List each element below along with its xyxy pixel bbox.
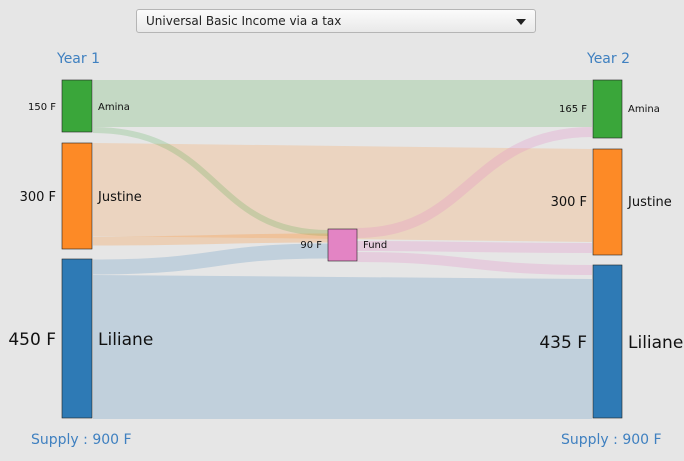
node-year1-justine-value: 300 F — [20, 190, 56, 205]
flow-liliane-fund — [92, 243, 329, 275]
column-header-year1: Year 1 — [56, 51, 100, 67]
node-year1-justine-label: Justine — [97, 190, 142, 205]
node-year2-justine-label: Justine — [627, 195, 672, 210]
node-year2-justine[interactable] — [592, 148, 623, 256]
flow-fund-liliane — [356, 252, 593, 275]
flow-justine-justine — [93, 143, 592, 242]
node-year2-liliane[interactable] — [592, 264, 623, 419]
node-year1-liliane-label: Liliane — [98, 330, 153, 350]
flow-amina-amina — [93, 80, 592, 127]
flow-fund-justine — [356, 241, 593, 253]
supply-year1: Supply : 900 F — [31, 432, 132, 448]
node-year1-liliane-value: 450 F — [8, 330, 56, 350]
node-year1-liliane[interactable] — [61, 258, 93, 419]
column-header-year2: Year 2 — [586, 51, 630, 67]
node-year1-amina-label: Amina — [98, 102, 130, 113]
node-year2-amina-value: 165 F — [559, 104, 587, 115]
node-year1-amina-value: 150 F — [28, 102, 56, 113]
node-year2-amina-label: Amina — [628, 104, 660, 115]
flow-justine-fund — [92, 233, 329, 246]
flow-liliane-liliane — [93, 275, 592, 419]
node-fund-label: Fund — [363, 240, 387, 251]
node-year1-amina[interactable] — [61, 79, 93, 133]
node-year1-justine[interactable] — [61, 142, 93, 250]
supply-year2: Supply : 900 F — [561, 432, 662, 448]
node-year2-liliane-value: 435 F — [539, 333, 587, 353]
node-year2-liliane-label: Liliane — [628, 333, 683, 353]
node-fund[interactable] — [327, 228, 358, 262]
sankey-diagram: Year 1 Year 2 150 F Amina 300 F Justine … — [8, 51, 683, 448]
node-year2-amina[interactable] — [592, 79, 623, 139]
node-year2-justine-value: 300 F — [551, 195, 587, 210]
node-fund-value: 90 F — [300, 240, 322, 251]
